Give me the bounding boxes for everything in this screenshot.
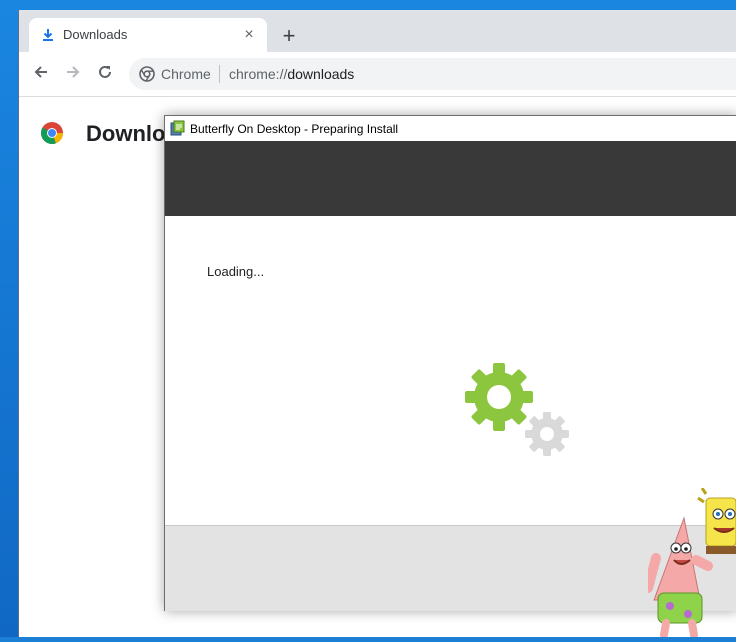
installer-titlebar[interactable]: Butterfly On Desktop - Preparing Install: [165, 116, 736, 141]
tab-strip: Downloads × +: [19, 10, 736, 52]
installer-window-title: Butterfly On Desktop - Preparing Install: [190, 122, 399, 136]
desktop-background: [0, 0, 18, 637]
omnibox-separator: [219, 65, 220, 83]
arrow-left-icon: [33, 64, 49, 85]
forward-button[interactable]: [60, 61, 86, 87]
chrome-logo-icon: [40, 121, 64, 145]
address-bar[interactable]: Chrome chrome://downloads: [129, 58, 736, 90]
chrome-icon: [139, 66, 155, 82]
site-label: Chrome: [161, 66, 211, 82]
url-host: downloads: [287, 66, 355, 82]
installer-app-icon: [170, 120, 186, 136]
installer-body: Loading...: [165, 216, 736, 525]
new-tab-button[interactable]: +: [277, 24, 301, 48]
tab-title: Downloads: [63, 27, 128, 42]
back-button[interactable]: [28, 61, 54, 87]
browser-toolbar: Chrome chrome://downloads: [19, 52, 736, 97]
url-text: chrome://downloads: [229, 66, 354, 82]
arrow-right-icon: [65, 64, 81, 85]
download-icon: [41, 28, 55, 42]
tab-downloads[interactable]: Downloads ×: [29, 18, 267, 52]
cartoon-characters-image: [643, 487, 736, 639]
installer-header-banner: [165, 141, 736, 216]
url-scheme: chrome://: [229, 66, 288, 82]
loading-status-text: Loading...: [207, 264, 265, 279]
reload-icon: [97, 64, 113, 85]
desktop-background-top: [0, 0, 736, 10]
close-icon[interactable]: ×: [239, 25, 259, 45]
reload-button[interactable]: [92, 61, 118, 87]
gears-icon: [463, 363, 573, 458]
